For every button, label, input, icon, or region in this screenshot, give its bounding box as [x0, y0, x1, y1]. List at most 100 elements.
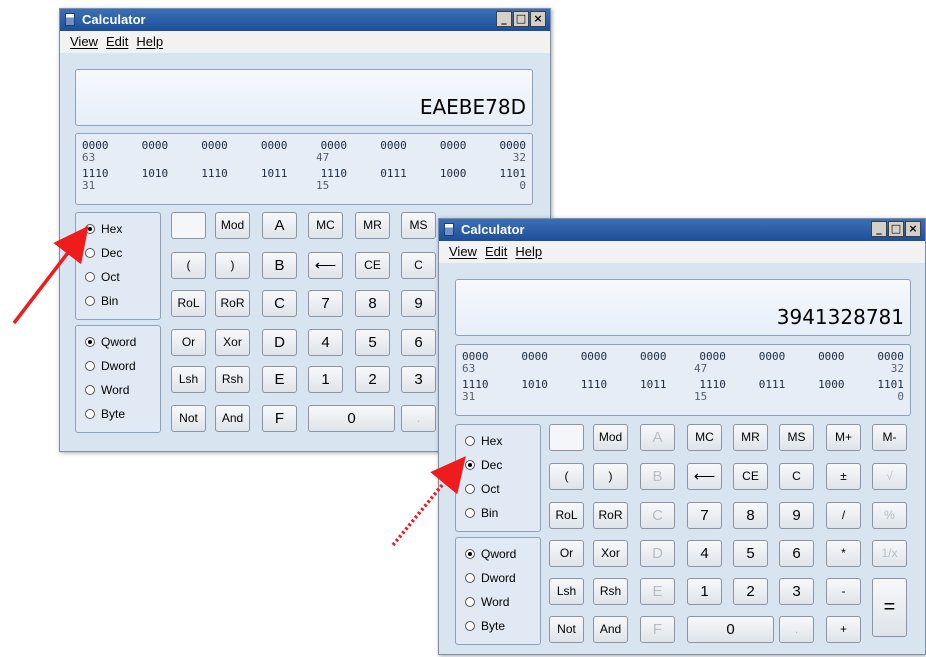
plus-minus-button[interactable]: ±: [826, 463, 861, 490]
radio-indicator[interactable]: [85, 224, 95, 234]
digit-2-button[interactable]: 2: [733, 578, 768, 605]
equals-button[interactable]: =: [872, 578, 907, 637]
xor-button[interactable]: Xor: [215, 329, 250, 356]
ms-button[interactable]: MS: [779, 424, 814, 451]
rsh-button[interactable]: Rsh: [215, 366, 250, 393]
bit-group[interactable]: 0111: [759, 378, 786, 391]
add-button[interactable]: +: [826, 616, 861, 643]
radio-indicator[interactable]: [85, 337, 95, 347]
radio-byte[interactable]: Byte: [85, 407, 125, 421]
radio-word[interactable]: Word: [465, 595, 509, 609]
rol-button[interactable]: RoL: [171, 290, 206, 317]
radio-indicator[interactable]: [85, 385, 95, 395]
bit-group[interactable]: 0000: [440, 139, 467, 152]
close-button[interactable]: ×: [530, 11, 546, 27]
bit-group[interactable]: 1000: [818, 378, 845, 391]
bit-group[interactable]: 0000: [201, 139, 228, 152]
bit-group[interactable]: 1000: [440, 167, 467, 180]
ror-button[interactable]: RoR: [215, 290, 250, 317]
subtract-button[interactable]: -: [826, 578, 861, 605]
sqrt-button[interactable]: √: [872, 463, 907, 490]
radio-indicator[interactable]: [465, 597, 475, 607]
mod-button[interactable]: Mod: [215, 212, 250, 239]
divide-button[interactable]: /: [826, 502, 861, 529]
digit-4-button[interactable]: 4: [308, 329, 343, 356]
radio-indicator[interactable]: [465, 573, 475, 583]
hex-d-button[interactable]: D: [262, 329, 297, 356]
radio-oct[interactable]: Oct: [85, 270, 120, 284]
hex-f-button[interactable]: F: [262, 405, 297, 432]
bit-group[interactable]: 0000: [759, 350, 786, 363]
menu-edit[interactable]: Edit: [106, 31, 128, 53]
maximize-button[interactable]: □: [513, 11, 529, 27]
hex-c-button[interactable]: C: [262, 290, 297, 317]
hex-a-button[interactable]: A: [640, 424, 675, 451]
digit-9-button[interactable]: 9: [779, 502, 814, 529]
bit-group[interactable]: 0000: [142, 139, 169, 152]
m-minus-button[interactable]: M-: [872, 424, 907, 451]
bit-group[interactable]: 0000: [380, 139, 407, 152]
hex-b-button[interactable]: B: [640, 463, 675, 490]
bit-group[interactable]: 0000: [261, 139, 288, 152]
radio-hex[interactable]: Hex: [85, 222, 122, 236]
digit-4-button[interactable]: 4: [687, 540, 722, 567]
bit-group[interactable]: 0000: [818, 350, 845, 363]
radio-indicator[interactable]: [465, 484, 475, 494]
minimize-button[interactable]: _: [871, 221, 887, 237]
or-button[interactable]: Or: [171, 329, 206, 356]
ror-button[interactable]: RoR: [593, 502, 628, 529]
digit-2-button[interactable]: 2: [355, 366, 390, 393]
digit-8-button[interactable]: 8: [733, 502, 768, 529]
xor-button[interactable]: Xor: [593, 540, 628, 567]
digit-1-button[interactable]: 1: [308, 366, 343, 393]
m-plus-button[interactable]: M+: [826, 424, 861, 451]
radio-dword[interactable]: Dword: [85, 359, 136, 373]
radio-indicator[interactable]: [85, 272, 95, 282]
radio-oct[interactable]: Oct: [465, 482, 500, 496]
rsh-button[interactable]: Rsh: [593, 578, 628, 605]
radio-indicator[interactable]: [465, 621, 475, 631]
mr-button[interactable]: MR: [355, 212, 390, 239]
ms-button[interactable]: MS: [401, 212, 436, 239]
menu-view[interactable]: View: [70, 31, 98, 53]
bit-group[interactable]: 1110: [581, 378, 608, 391]
radio-indicator[interactable]: [465, 436, 475, 446]
title-bar[interactable]: Calculator _ □ ×: [60, 9, 550, 31]
digit-5-button[interactable]: 5: [355, 329, 390, 356]
digit-7-button[interactable]: 7: [308, 290, 343, 317]
clear-button[interactable]: C: [401, 252, 436, 279]
not-button[interactable]: Not: [549, 616, 584, 643]
radio-indicator[interactable]: [465, 460, 475, 470]
and-button[interactable]: And: [215, 405, 250, 432]
menu-help[interactable]: Help: [515, 241, 542, 263]
radio-bin[interactable]: Bin: [465, 506, 498, 520]
menu-edit[interactable]: Edit: [485, 241, 507, 263]
radio-indicator[interactable]: [465, 549, 475, 559]
mc-button[interactable]: MC: [308, 212, 343, 239]
multiply-button[interactable]: *: [826, 540, 861, 567]
mr-button[interactable]: MR: [733, 424, 768, 451]
radio-indicator[interactable]: [85, 409, 95, 419]
close-paren-button[interactable]: ): [593, 463, 628, 490]
decimal-button[interactable]: .: [779, 616, 814, 643]
bit-group[interactable]: 1011: [261, 167, 288, 180]
bit-group[interactable]: 1010: [142, 167, 169, 180]
radio-dword[interactable]: Dword: [465, 571, 516, 585]
digit-1-button[interactable]: 1: [687, 578, 722, 605]
lsh-button[interactable]: Lsh: [549, 578, 584, 605]
radio-qword[interactable]: Qword: [85, 335, 136, 349]
open-paren-button[interactable]: (: [171, 252, 206, 279]
bit-group[interactable]: 0000: [521, 350, 548, 363]
ce-button[interactable]: CE: [733, 463, 768, 490]
mod-button[interactable]: Mod: [593, 424, 628, 451]
radio-dec[interactable]: Dec: [465, 458, 502, 472]
close-button[interactable]: ×: [905, 221, 921, 237]
bit-group[interactable]: 1011: [640, 378, 667, 391]
hex-b-button[interactable]: B: [262, 252, 297, 279]
backspace-button[interactable]: ⟵: [687, 463, 722, 490]
mc-button[interactable]: MC: [687, 424, 722, 451]
lsh-button[interactable]: Lsh: [171, 366, 206, 393]
hex-d-button[interactable]: D: [640, 540, 675, 567]
digit-0-button[interactable]: 0: [687, 616, 774, 643]
bit-group[interactable]: 0000: [581, 350, 608, 363]
